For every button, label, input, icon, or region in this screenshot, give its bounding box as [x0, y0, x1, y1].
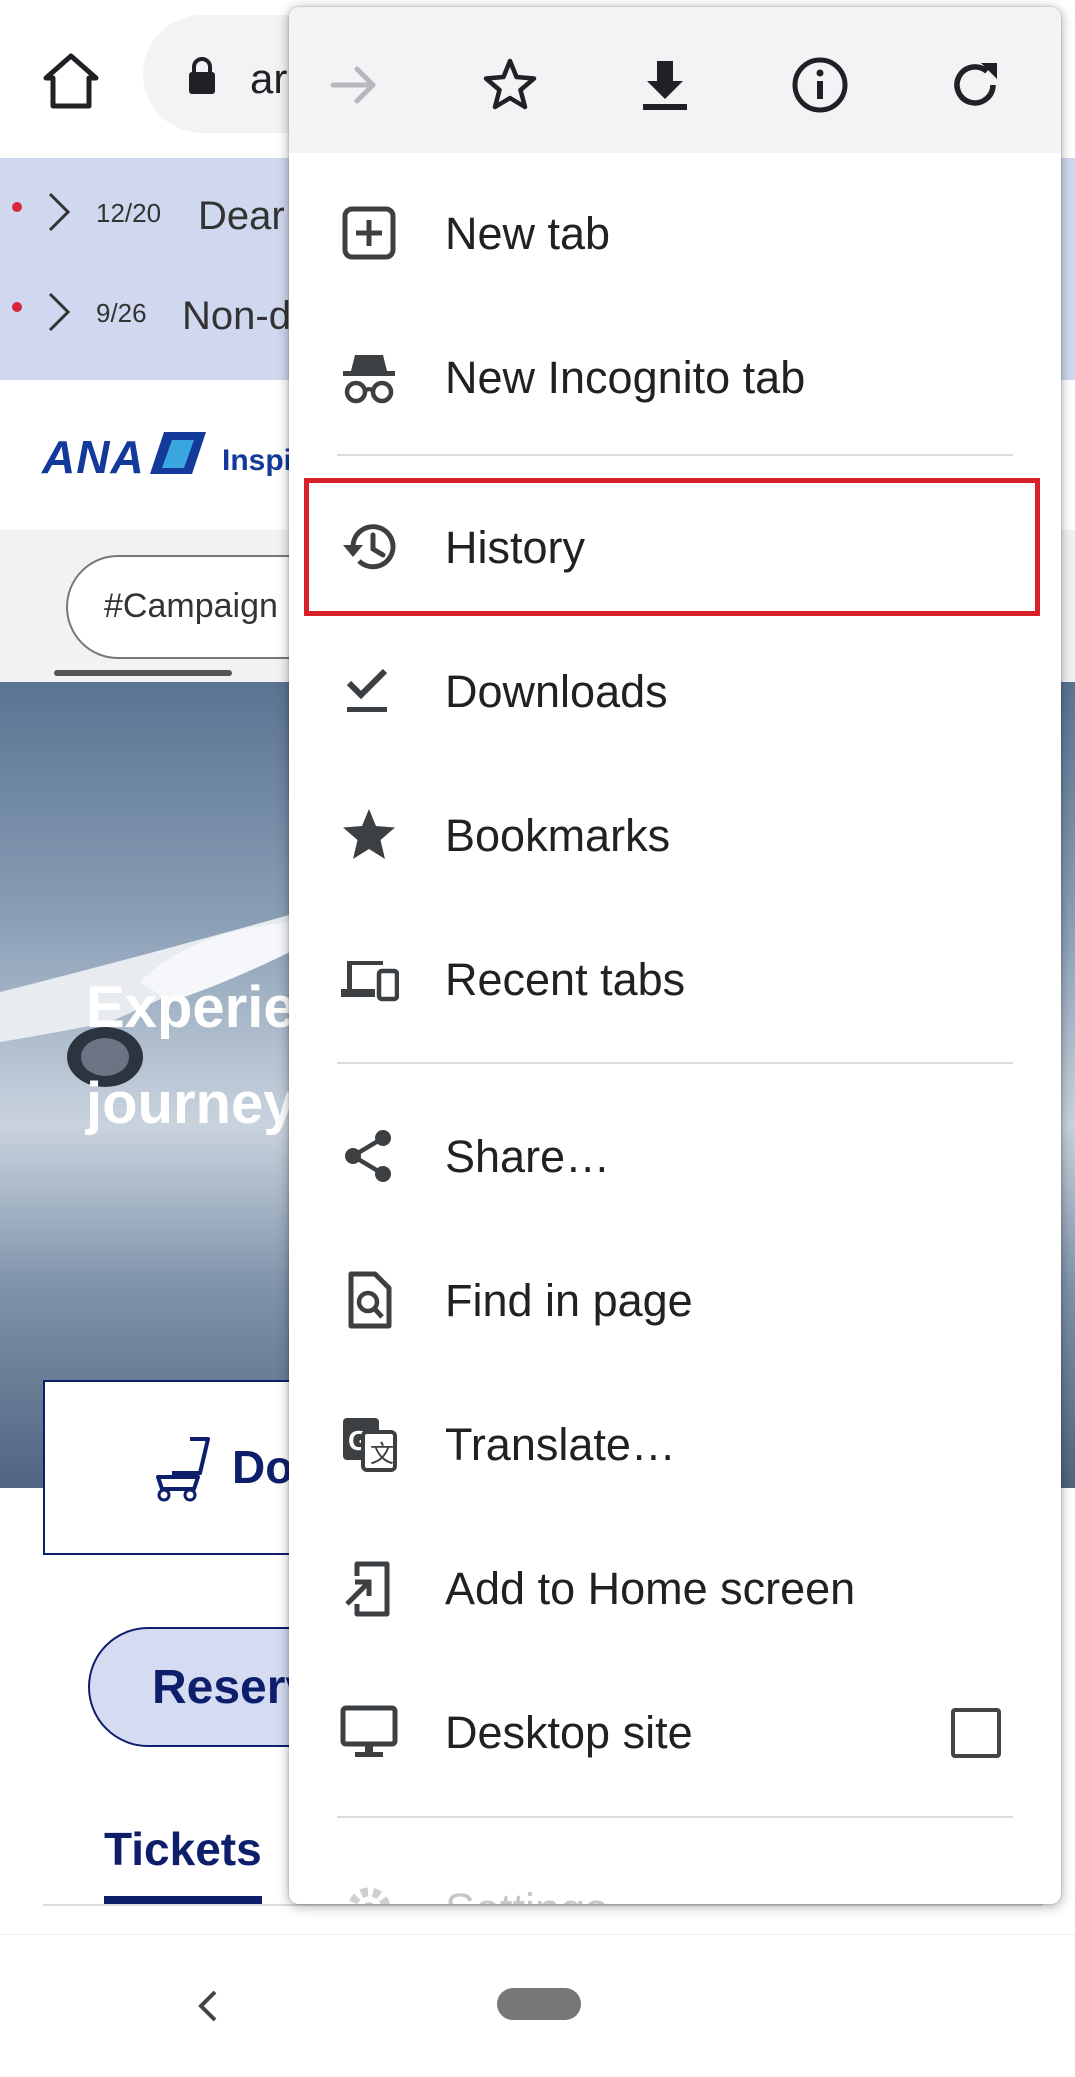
chevron-right-icon [48, 292, 71, 332]
menu-item-label: Desktop site [445, 1707, 693, 1758]
desktop-site-checkbox[interactable] [951, 1708, 1001, 1758]
menu-item-label: Recent tabs [445, 954, 686, 1005]
menu-item-label: New tab [445, 208, 611, 259]
lock-icon [189, 57, 215, 94]
hero-title: Experie journey [86, 960, 296, 1152]
star-icon[interactable] [480, 55, 540, 115]
menu-item-label: Translate… [445, 1419, 676, 1470]
chip-scroll-indicator [54, 670, 232, 676]
info-icon[interactable] [790, 55, 850, 115]
chevron-right-icon [48, 192, 71, 232]
unread-dot [12, 202, 22, 212]
menu-item-share[interactable]: Share… [289, 1084, 1061, 1228]
menu-divider [337, 454, 1013, 456]
menu-item-recent-tabs[interactable]: Recent tabs [289, 907, 1061, 1051]
menu-item-label: Settings [445, 1884, 608, 1904]
settings-gear-icon [348, 1887, 390, 1904]
campaign-chip-label: #Campaign [104, 587, 278, 625]
seat-icon [156, 1437, 210, 1502]
tagline-text: Inspi [222, 444, 293, 477]
menu-divider [337, 1062, 1013, 1064]
downloads-icon [346, 668, 388, 712]
ana-logo[interactable]: ANA [42, 430, 145, 484]
menu-item-translate[interactable]: G 文 Translate… [289, 1372, 1061, 1516]
home-icon[interactable] [40, 50, 102, 112]
menu-item-desktop-site[interactable]: Desktop site [289, 1660, 1061, 1804]
overflow-menu: New tab New Incognito tab History Downlo… [289, 7, 1061, 1904]
url-text[interactable]: ar [250, 55, 287, 103]
desktop-icon [340, 1705, 398, 1757]
menu-item-downloads[interactable]: Downloads [289, 619, 1061, 763]
svg-text:文: 文 [370, 1440, 394, 1468]
menu-item-label: Downloads [445, 666, 668, 717]
find-in-page-icon [348, 1271, 392, 1329]
menu-item-label: Bookmarks [445, 810, 671, 861]
menu-item-label: Add to Home screen [445, 1563, 856, 1614]
share-icon [345, 1130, 391, 1182]
tickets-tab-indicator [104, 1896, 262, 1904]
menu-item-add-to-home-screen[interactable]: Add to Home screen [289, 1516, 1061, 1660]
back-icon[interactable] [193, 1984, 223, 2028]
unread-dot [12, 302, 22, 312]
domestic-tab-label: Do [232, 1441, 294, 1493]
menu-item-settings[interactable]: Settings [289, 1837, 1061, 1904]
add-to-home-icon [345, 1561, 390, 1617]
refresh-icon[interactable] [945, 55, 1005, 115]
menu-item-label: New Incognito tab [445, 352, 806, 403]
translate-icon: G 文 [343, 1418, 397, 1472]
menu-item-new-tab[interactable]: New tab [289, 161, 1061, 305]
menu-item-bookmarks[interactable]: Bookmarks [289, 763, 1061, 907]
ana-logo-stripes [150, 432, 206, 474]
highlight-box [304, 478, 1040, 616]
hero-title-line: Experie [86, 975, 296, 1040]
menu-divider [337, 1816, 1013, 1818]
forward-icon[interactable] [325, 55, 385, 115]
menu-item-label: Share… [445, 1131, 611, 1182]
menu-icon-row [289, 7, 1061, 153]
notice-text: Non-d [182, 294, 291, 338]
menu-item-new-incognito-tab[interactable]: New Incognito tab [289, 305, 1061, 449]
download-icon[interactable] [635, 55, 695, 115]
tickets-tab[interactable]: Tickets [104, 1822, 262, 1876]
home-pill-button[interactable] [497, 1988, 581, 2020]
notice-text: Dear [198, 194, 285, 238]
menu-item-find-in-page[interactable]: Find in page [289, 1228, 1061, 1372]
divider [43, 1904, 1043, 1906]
new-tab-icon [342, 206, 396, 260]
notice-date: 9/26 [96, 298, 147, 328]
bookmarks-star-icon [343, 809, 395, 859]
incognito-icon [343, 355, 395, 404]
menu-item-label: Find in page [445, 1275, 693, 1326]
notice-date: 12/20 [96, 198, 162, 228]
devices-icon [341, 961, 399, 1002]
hero-title-line: journey [86, 1071, 296, 1136]
